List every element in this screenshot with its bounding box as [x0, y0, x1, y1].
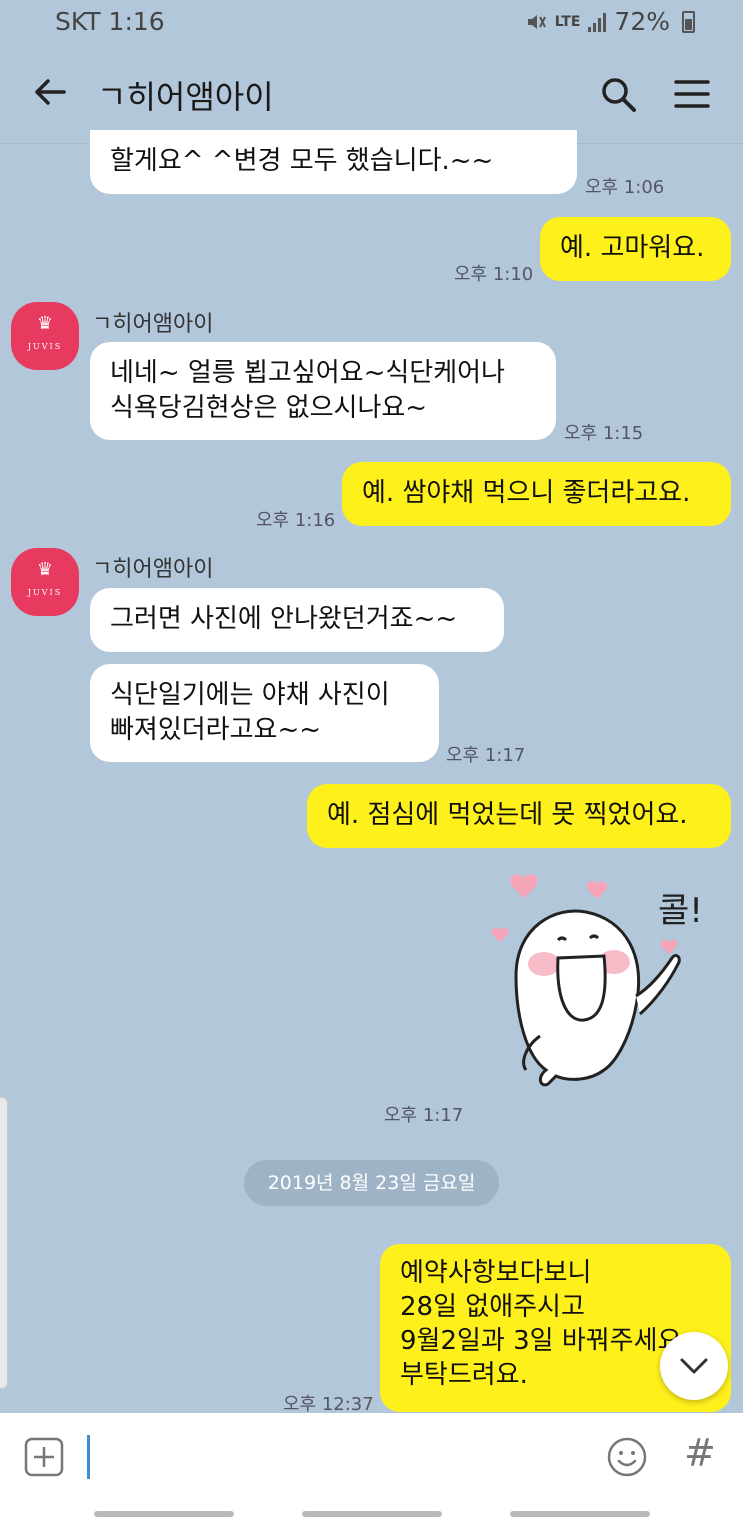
- scroll-to-bottom-button[interactable]: [660, 1332, 728, 1400]
- hash-icon[interactable]: #: [684, 1431, 716, 1475]
- message-text: 그러면 사진에 안나왔던거죠~~: [110, 604, 458, 634]
- sticker-image[interactable]: 콜!: [486, 866, 722, 1090]
- sticker-text: 콜!: [658, 891, 703, 931]
- nav-back-handle[interactable]: [510, 1511, 650, 1517]
- date-divider: 2019년 8월 23일 금요일: [244, 1160, 499, 1206]
- message-time: 오후 1:06: [585, 177, 665, 198]
- outgoing-message[interactable]: 예. 쌈야채 먹으니 좋더라고요.: [342, 462, 731, 526]
- avatar-brand: JUVIS: [27, 588, 63, 597]
- status-indicators: LTE 72%: [525, 7, 695, 36]
- message-time: 오후 1:15: [564, 423, 644, 444]
- incoming-message[interactable]: 그러면 사진에 안나왔던거죠~~: [90, 588, 504, 652]
- message-text: 예. 쌈야채 먹으니 좋더라고요.: [362, 478, 691, 508]
- crown-icon: ♛: [36, 313, 54, 334]
- heart-icon: [491, 927, 509, 942]
- plus-icon[interactable]: [24, 1437, 64, 1477]
- heart-icon: [510, 874, 538, 898]
- outgoing-message[interactable]: 예. 고마워요.: [540, 217, 731, 281]
- status-bar: SKT 1:16 LTE 72%: [0, 0, 743, 44]
- battery-percent: 72%: [614, 7, 670, 36]
- nav-recent-handle[interactable]: [94, 1511, 234, 1517]
- message-text: 예. 점심에 먹었는데 못 찍었어요.: [327, 800, 688, 830]
- system-navigation-bar: [0, 1501, 743, 1527]
- signal-icon: [588, 12, 607, 32]
- crown-icon: ♛: [36, 559, 54, 580]
- sender-name: ㄱ히어앰아이: [92, 557, 214, 582]
- message-time: 오후 1:10: [454, 264, 534, 285]
- heart-icon: [586, 881, 608, 899]
- message-text-line: 예약사항보다보니: [400, 1258, 592, 1288]
- message-time: 오후 1:16: [256, 510, 336, 531]
- network-type: LTE: [554, 13, 581, 30]
- nav-home-handle[interactable]: [302, 1511, 442, 1517]
- sender-name: ㄱ히어앰아이: [92, 312, 214, 337]
- avatar[interactable]: ♛ JUVIS: [11, 302, 79, 370]
- mute-icon: [527, 14, 546, 29]
- status-carrier-time: SKT 1:16: [55, 7, 165, 36]
- message-text: 할게요^ ^변경 모두 했습니다.~~: [110, 146, 494, 176]
- message-time: 오후 1:17: [446, 745, 526, 766]
- message-input-field[interactable]: [87, 1435, 90, 1479]
- message-input-bar: #: [0, 1413, 743, 1501]
- message-text-line: 네네~ 얼릉 뵙고싶어요~식단케어나: [110, 358, 505, 388]
- message-text-line: 식단일기에는 야채 사진이: [110, 680, 390, 710]
- incoming-message[interactable]: 식단일기에는 야채 사진이 빠져있더라고요~~: [90, 664, 439, 762]
- chat-title: ㄱ히어앰아이: [97, 78, 274, 116]
- avatar[interactable]: ♛ JUVIS: [11, 548, 79, 616]
- outgoing-message[interactable]: 예. 점심에 먹었는데 못 찍었어요.: [307, 784, 731, 848]
- chat-header: ㄱ히어앰아이: [0, 44, 743, 144]
- search-icon[interactable]: [598, 74, 638, 114]
- battery-icon: [682, 10, 695, 33]
- message-text: 예. 고마워요.: [560, 233, 705, 263]
- message-text-line: 28일 없애주시고: [400, 1292, 585, 1322]
- message-time: 오후 1:17: [384, 1105, 464, 1126]
- back-arrow-icon[interactable]: [30, 72, 70, 112]
- heart-icon: [660, 939, 678, 954]
- side-drawer-handle[interactable]: [0, 1097, 8, 1389]
- emoji-icon[interactable]: [606, 1436, 648, 1478]
- chevron-down-icon: [680, 1358, 708, 1374]
- menu-icon[interactable]: [672, 76, 712, 112]
- incoming-message[interactable]: 네네~ 얼릉 뵙고싶어요~식단케어나 식욕당김현상은 없으시나요~: [90, 342, 556, 440]
- avatar-brand: JUVIS: [27, 342, 63, 351]
- message-text-line: 식욕당김현상은 없으시나요~: [110, 393, 428, 423]
- incoming-message[interactable]: 할게요^ ^변경 모두 했습니다.~~: [90, 130, 577, 194]
- message-text-line: 빠져있더라고요~~: [110, 715, 322, 745]
